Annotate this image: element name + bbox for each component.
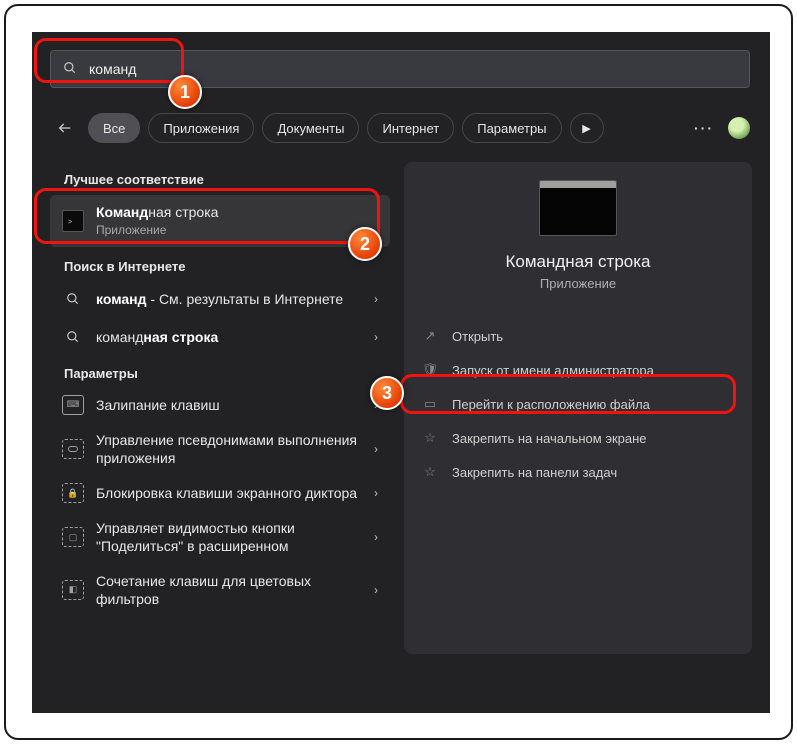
chevron-right-icon: › [374,292,378,306]
setting-color-filters[interactable]: ◧ Сочетание клавиш для цветовых фильтров… [50,564,390,616]
action-pin-start[interactable]: ☆ Закрепить на начальном экране [404,421,752,455]
section-best-match: Лучшее соответствие [50,162,390,193]
result-command-prompt[interactable]: >_ Командная строка Приложение [50,195,390,247]
back-button[interactable] [50,113,80,143]
filter-more-play[interactable]: ▶ [570,113,604,143]
chevron-right-icon: › [374,583,378,597]
keyboard-icon: ⌨ [62,395,84,415]
preview-title: Командная строка [404,252,752,272]
filter-apps[interactable]: Приложения [148,113,254,143]
chevron-right-icon: › [374,530,378,544]
search-icon [62,326,84,348]
chevron-right-icon: › [374,486,378,500]
pin-icon: ☆ [422,464,438,480]
section-web-search: Поиск в Интернете [50,249,390,280]
lock-icon: 🔒 [62,483,84,503]
setting-share-button[interactable]: ▢ Управляет видимостью кнопки "Поделитьс… [50,511,390,563]
search-icon [62,288,84,310]
action-pin-taskbar[interactable]: ☆ Закрепить на панели задач [404,455,752,489]
open-icon: ↗ [422,328,438,344]
palette-icon: ◧ [62,580,84,600]
action-open[interactable]: ↗ Открыть [404,319,752,353]
filter-all[interactable]: Все [88,113,140,143]
search-input[interactable]: команд [50,50,750,88]
setting-narrator-lock[interactable]: 🔒 Блокировка клавиши экранного диктора › [50,475,390,511]
web-result-label: команд - См. результаты в Интернете [96,290,374,308]
pin-icon: ☆ [422,430,438,446]
filter-internet[interactable]: Интернет [367,113,454,143]
web-result-1[interactable]: команд - См. результаты в Интернете › [50,280,390,318]
folder-icon: ▭ [422,396,438,412]
chevron-right-icon: › [374,398,378,412]
preview-subtitle: Приложение [404,276,752,291]
results-column: Лучшее соответствие >_ Командная строка … [50,162,390,707]
filter-row: Все Приложения Документы Интернет Параме… [50,108,750,148]
result-label: Командная строка Приложение [96,203,378,239]
filter-docs[interactable]: Документы [262,113,359,143]
search-query-text: команд [89,61,136,77]
shield-icon: 🛡 [422,362,438,378]
filter-settings[interactable]: Параметры [462,113,561,143]
preview-pane: Командная строка Приложение ↗ Открыть 🛡 … [404,162,752,654]
toggle-icon [62,439,84,459]
setting-sticky-keys[interactable]: ⌨ Залипание клавиш › [50,387,390,423]
user-avatar[interactable] [728,117,750,139]
cmd-icon: >_ [62,210,84,232]
setting-app-alias[interactable]: Управление псевдонимами выполнения прило… [50,423,390,475]
chevron-right-icon: › [374,330,378,344]
section-settings: Параметры [50,356,390,387]
search-icon [63,61,77,78]
chevron-right-icon: › [374,442,378,456]
web-result-2[interactable]: командная строка › [50,318,390,356]
share-icon: ▢ [62,527,84,547]
action-open-location[interactable]: ▭ Перейти к расположению файла [404,387,752,421]
more-options-icon[interactable]: ··· [694,120,714,136]
action-run-as-admin[interactable]: 🛡 Запуск от имени администратора [404,353,752,387]
svg-text:>_: >_ [68,219,76,225]
web-result-label: командная строка [96,328,374,346]
preview-app-icon [539,180,617,236]
